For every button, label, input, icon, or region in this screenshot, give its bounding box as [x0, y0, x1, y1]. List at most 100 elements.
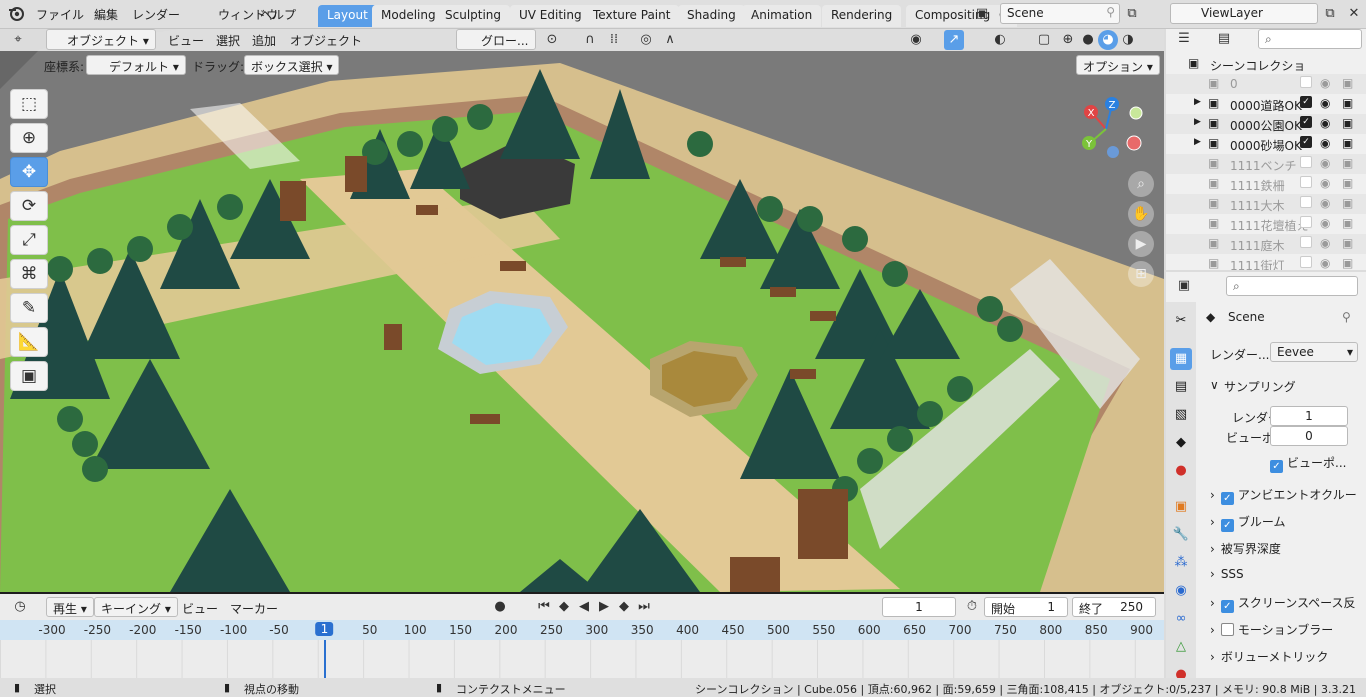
eye-icon[interactable]: ◉: [1320, 176, 1330, 190]
properties-type-icon[interactable]: ▣: [1174, 276, 1194, 296]
stopwatch-icon[interactable]: ⏱: [962, 597, 982, 617]
outliner-item[interactable]: ▶ ▣ 0000公園OK ✓ ◉ ▣: [1166, 114, 1366, 134]
visibility-icon[interactable]: ◉: [906, 30, 926, 50]
viewport-denoise-checkbox[interactable]: ✓ ビューポ...: [1270, 454, 1346, 473]
outliner-item[interactable]: ▣ 1111花壇植え ◉ ▣: [1166, 214, 1366, 234]
rotate-tool-icon[interactable]: ⟳: [10, 191, 48, 221]
keying-menu[interactable]: キーイング ▾: [94, 597, 178, 617]
camera-icon[interactable]: ▣: [1342, 196, 1353, 210]
transform-tool-icon[interactable]: ⌘: [10, 259, 48, 289]
overlay-icon[interactable]: ◐: [990, 30, 1010, 50]
outliner-type-icon[interactable]: ☰: [1174, 29, 1194, 49]
section-header[interactable]: › SSS: [1210, 567, 1244, 581]
camera-icon[interactable]: ▣: [1342, 216, 1353, 230]
view-layer-tab-icon[interactable]: ▧: [1170, 404, 1192, 426]
outliner-item[interactable]: ▣ 1111ベンチ ◉ ▣: [1166, 154, 1366, 174]
exclude-checkbox[interactable]: [1300, 216, 1312, 228]
display-mode-icon[interactable]: ▤: [1214, 29, 1234, 49]
scene-tab-icon[interactable]: ◆: [1170, 432, 1192, 454]
tool-tab-icon[interactable]: ✂: [1170, 310, 1192, 332]
properties-search[interactable]: ⌕: [1226, 276, 1358, 296]
measure-tool-icon[interactable]: 📐: [10, 327, 48, 357]
tab-shading[interactable]: Shading: [678, 5, 745, 27]
annotate-tool-icon[interactable]: ✎: [10, 293, 48, 323]
constraints-tab-icon[interactable]: ∞: [1170, 608, 1192, 630]
exclude-checkbox[interactable]: ✓: [1300, 116, 1312, 128]
cursor-tool-icon[interactable]: ⊕: [10, 123, 48, 153]
section-checkbox[interactable]: ✓: [1220, 600, 1234, 613]
pivot-icon[interactable]: ⊙: [542, 30, 562, 50]
menu-render[interactable]: レンダー: [132, 6, 180, 23]
playhead[interactable]: [324, 640, 326, 678]
exclude-checkbox[interactable]: [1300, 196, 1312, 208]
menu-file[interactable]: ファイル: [36, 6, 84, 23]
outliner-root[interactable]: ▣ シーンコレクショ: [1166, 54, 1366, 74]
tab-sculpting[interactable]: Sculpting: [436, 5, 511, 27]
snap-icon[interactable]: ∩: [580, 30, 600, 50]
camera-icon[interactable]: ▣: [1342, 236, 1353, 250]
exclude-checkbox[interactable]: ✓: [1300, 136, 1312, 148]
tab-uv-editing[interactable]: UV Editing: [510, 5, 591, 27]
section-header[interactable]: › ボリューメトリック: [1210, 648, 1328, 665]
expand-arrow-icon[interactable]: ▶: [1194, 137, 1201, 147]
tab-texture-paint[interactable]: Texture Paint: [584, 5, 680, 27]
current-frame-field[interactable]: 1: [882, 597, 956, 617]
timeline-track[interactable]: [0, 640, 1164, 678]
drag-mode-selector[interactable]: ボックス選択 ▾: [244, 55, 340, 75]
coord-system-selector[interactable]: デフォルト ▾: [86, 55, 186, 75]
outliner-item[interactable]: ▶ ▣ 0000道路OK ✓ ◉ ▣: [1166, 94, 1366, 114]
options-button[interactable]: オプション ▾: [1076, 55, 1160, 75]
scene-selector[interactable]: Scene ⚲: [1000, 3, 1120, 24]
material-shading-icon[interactable]: ◕: [1098, 30, 1118, 50]
expand-arrow-icon[interactable]: ▶: [1194, 97, 1201, 107]
remove-view-layer-icon[interactable]: ✕: [1344, 4, 1364, 24]
exclude-checkbox[interactable]: [1300, 256, 1312, 268]
camera-icon[interactable]: ▣: [1342, 176, 1353, 190]
viewport-samples-field[interactable]: 0: [1270, 426, 1348, 446]
frame-ruler[interactable]: -300 -250 -200 -150 -100 -50 1 50 100 150 200 250 30…: [0, 620, 1164, 640]
eye-icon[interactable]: ◉: [1320, 76, 1330, 90]
prev-keyframe-icon[interactable]: ◆: [554, 597, 574, 617]
section-header[interactable]: › ✓ アンビエントオクルー: [1210, 486, 1357, 505]
world-tab-icon[interactable]: ●: [1170, 460, 1192, 482]
rendered-shading-icon[interactable]: ◑: [1118, 30, 1138, 50]
new-view-layer-icon[interactable]: ⧉: [1320, 4, 1340, 24]
3d-viewport[interactable]: ⌖ オブジェクト ▾ ビュー 選択 追加 オブジェクト グロー... ⊙ ∩ ⁞…: [0, 29, 1164, 592]
section-header[interactable]: › ✓ スクリーンスペース反: [1210, 594, 1356, 613]
camera-icon[interactable]: ▣: [1342, 76, 1353, 90]
next-keyframe-icon[interactable]: ◆: [614, 597, 634, 617]
playback-menu[interactable]: 再生 ▾: [46, 597, 94, 617]
chevron-down-icon[interactable]: ∨: [1210, 378, 1219, 392]
menu-add[interactable]: 追加: [252, 32, 276, 49]
select-box-tool-icon[interactable]: ⬚: [10, 89, 48, 119]
eye-icon[interactable]: ◉: [1320, 156, 1330, 170]
perspective-grid-icon[interactable]: ⊞: [1128, 261, 1154, 287]
output-tab-icon[interactable]: ▤: [1170, 376, 1192, 398]
tab-rendering[interactable]: Rendering: [822, 5, 902, 27]
camera-icon[interactable]: ▣: [1342, 136, 1353, 150]
record-icon[interactable]: ●: [490, 597, 510, 617]
exclude-checkbox[interactable]: [1300, 176, 1312, 188]
camera-icon[interactable]: ▣: [1342, 256, 1353, 270]
wireframe-shading-icon[interactable]: ⊕: [1058, 30, 1078, 50]
camera-icon[interactable]: ▣: [1342, 116, 1353, 130]
eye-icon[interactable]: ◉: [1320, 96, 1330, 110]
snap-grid-icon[interactable]: ⁞⁞: [604, 30, 624, 50]
menu-select[interactable]: 選択: [216, 32, 240, 49]
outliner-item[interactable]: ▣ 1111大木 ◉ ▣: [1166, 194, 1366, 214]
particles-tab-icon[interactable]: ⁂: [1170, 552, 1192, 574]
park-scene-render[interactable]: [0, 29, 1164, 592]
falloff-icon[interactable]: ∧: [660, 30, 680, 50]
physics-tab-icon[interactable]: ◉: [1170, 580, 1192, 602]
exclude-checkbox[interactable]: [1300, 76, 1312, 88]
outliner-item[interactable]: ▣ 1111鉄柵 ◉ ▣: [1166, 174, 1366, 194]
data-tab-icon[interactable]: △: [1170, 636, 1192, 658]
pan-hand-icon[interactable]: ✋: [1128, 201, 1154, 227]
camera-icon[interactable]: ▣: [1342, 96, 1353, 110]
timeline-type-icon[interactable]: ◷: [10, 597, 30, 617]
navigation-gizmo[interactable]: X Z Y: [1076, 89, 1156, 169]
menu-edit[interactable]: 編集: [94, 6, 118, 23]
camera-icon[interactable]: ▶: [1128, 231, 1154, 257]
section-checkbox[interactable]: ✓: [1220, 519, 1234, 532]
sampling-header[interactable]: サンプリング: [1224, 378, 1296, 395]
